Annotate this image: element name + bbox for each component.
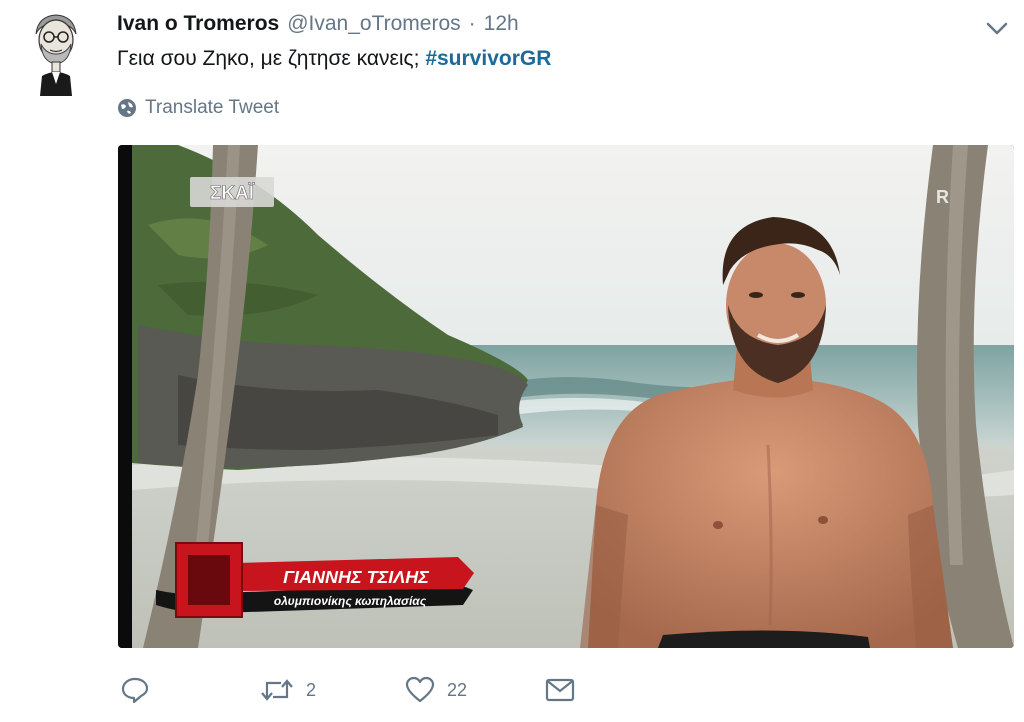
tweet-body: Γεια σου Ζηκο, με ζητησε κανεις; — [117, 47, 426, 70]
retweet-icon — [261, 679, 293, 701]
channel-logo-text: ΣΚΑΪ — [210, 183, 255, 204]
tweet-timestamp[interactable]: 12h — [484, 12, 519, 36]
tweet-actions: 2 22 — [120, 672, 605, 708]
translate-label: Translate Tweet — [145, 97, 280, 118]
avatar-caricature-image — [35, 14, 77, 96]
chevron-down-icon — [986, 22, 1008, 35]
watermark-letter: R — [936, 187, 949, 207]
globe-icon — [118, 99, 136, 117]
direct-message-button[interactable] — [545, 678, 605, 702]
avatar[interactable] — [28, 12, 84, 100]
translate-tweet-button[interactable]: Translate Tweet — [117, 97, 279, 119]
like-button[interactable]: 22 — [405, 676, 545, 704]
like-count: 22 — [447, 679, 468, 700]
heart-icon — [405, 676, 435, 703]
retweet-count: 2 — [306, 679, 317, 700]
envelope-icon — [545, 678, 575, 702]
reply-icon — [121, 677, 149, 704]
retweet-button[interactable]: 2 — [260, 676, 405, 704]
hashtag-link[interactable]: #survivorGR — [425, 47, 551, 70]
author-name[interactable]: Ivan o Tromeros — [117, 12, 279, 36]
tweet-media-image[interactable]: ΣΚΑΪ R ΓΙΑΝΝΗΣ ΤΣΙΛΗΣ ολυμπιονίκης κωπηλ… — [118, 145, 1014, 648]
lower-third-name: ΓΙΑΝΝΗΣ ΤΣΙΛΗΣ — [283, 567, 429, 587]
lower-third-caption: ολυμπιονίκης κωπηλασίας — [274, 594, 427, 608]
author-handle[interactable]: @Ivan_oTromeros — [287, 12, 460, 36]
reply-button[interactable] — [120, 676, 260, 704]
separator-dot: · — [468, 12, 476, 35]
tweet-text: Γεια σου Ζηκο, με ζητησε κανεις; #surviv… — [117, 47, 551, 71]
more-options-button[interactable] — [984, 16, 1010, 42]
tweet-header: Ivan o Tromeros @Ivan_oTromeros · 12h — [117, 12, 519, 42]
